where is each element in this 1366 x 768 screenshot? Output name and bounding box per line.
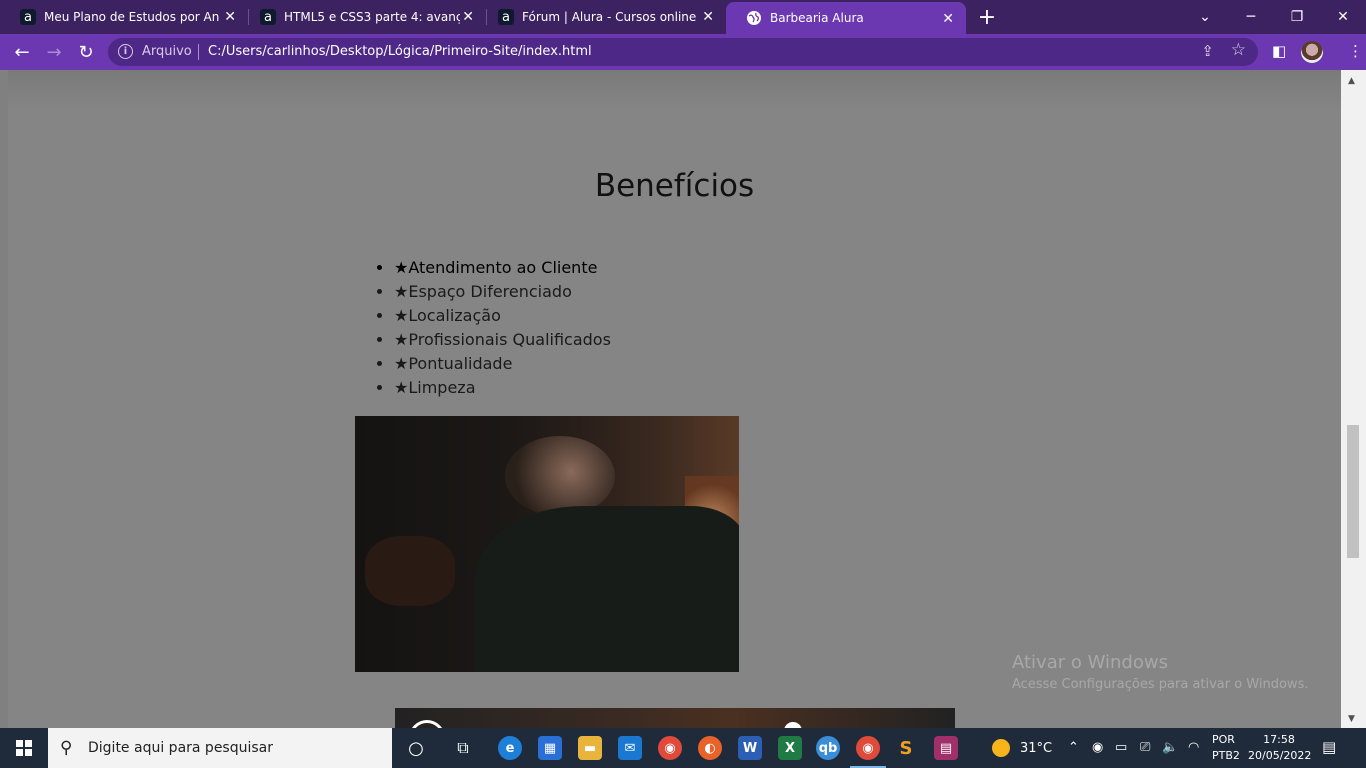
address-divider [198,44,199,60]
clock-time: 17:58 [1263,733,1295,746]
watermark-title: Ativar o Windows [1012,652,1168,673]
embedded-video[interactable] [395,708,955,728]
forward-arrow-icon[interactable]: → [42,40,66,64]
alura-a-icon: a [498,9,514,25]
store-icon[interactable]: ▦ [538,736,562,760]
temperature: 31°C [1020,740,1053,756]
taskbar-search[interactable]: ⚲ Digite aqui para pesquisar [48,728,392,768]
bookmark-star-icon[interactable]: ☆ [1231,40,1246,60]
section-shadow [8,70,1341,110]
list-item: ★Espaço Diferenciado [394,280,611,304]
edge-icon[interactable]: e [498,736,522,760]
input-language[interactable]: POR PTB2 [1212,732,1240,764]
tab-search-chevron-icon[interactable]: ⌄ [1182,0,1228,34]
address-bar[interactable]: i Arquivo C:/Users/carlinhos/Desktop/Lóg… [108,38,1258,66]
back-arrow-icon[interactable]: ← [10,40,34,64]
record-icon[interactable]: ◉ [1092,740,1103,755]
close-icon[interactable]: ✕ [224,9,236,25]
close-window-icon[interactable]: ✕ [1320,0,1366,34]
volume-icon[interactable]: 🔈 [1162,740,1178,755]
tab-barbearia-alura[interactable]: Barbearia Alura ✕ [726,2,966,34]
language-code: POR [1212,733,1235,746]
clock-date: 20/05/2022 [1248,749,1312,762]
tab-forum-alura[interactable]: a Fórum | Alura - Cursos online de ✕ [478,0,726,34]
photo-customer-head [505,436,615,516]
alura-a-icon: a [20,9,36,25]
tab-html5-css3[interactable]: a HTML5 e CSS3 parte 4: avançand ✕ [240,0,486,34]
windows-logo-icon [16,740,32,756]
scroll-thumb[interactable] [1347,425,1359,558]
sun-icon [992,739,1010,757]
new-tab-icon[interactable]: + [976,5,998,30]
list-item: ★Localização [394,304,611,328]
tab-title: Barbearia Alura [770,11,864,25]
search-placeholder: Digite aqui para pesquisar [88,740,274,756]
globe-icon [746,10,762,26]
barber-photo [355,416,739,672]
page-viewport: Benefícios ★Atendimento ao Cliente ★Espa… [8,70,1341,728]
kebab-menu-icon[interactable]: ⋮ [1348,42,1363,60]
cortana-icon[interactable]: ○ [404,736,428,760]
task-view-icon[interactable]: ⧉ [451,736,475,760]
restore-icon[interactable]: ❐ [1274,0,1320,34]
tab-study-plan[interactable]: a Meu Plano de Estudos por Anna ✕ [0,0,248,34]
page-scrollbar[interactable]: ▲ ▼ [1341,70,1366,728]
list-item: ★Profissionais Qualificados [394,328,611,352]
share-icon[interactable]: ⇪ [1201,42,1214,60]
system-clock[interactable]: 17:58 20/05/2022 [1248,732,1312,764]
notification-icon[interactable]: ▤ [1322,738,1336,756]
watermark-subtitle: Acesse Configurações para ativar o Windo… [1012,677,1309,692]
weather-widget[interactable]: 31°C [992,728,1052,768]
scroll-down-icon[interactable]: ▼ [1348,714,1355,724]
browser-toolbar: ← → ↻ i Arquivo C:/Users/carlinhos/Deskt… [0,34,1366,70]
reload-icon[interactable]: ↻ [74,40,98,64]
word-icon[interactable]: W [738,736,762,760]
scheme-label: Arquivo [142,44,192,59]
wifi-icon[interactable]: ◠ [1188,740,1199,755]
windows-taskbar: ⚲ Digite aqui para pesquisar ○ ⧉ e ▦ ▬ ✉… [0,728,1366,768]
profile-avatar[interactable] [1301,41,1323,63]
excel-icon[interactable]: X [778,736,802,760]
firefox-icon[interactable]: ◐ [698,736,722,760]
windows-activation-watermark: Ativar o Windows Acesse Configurações pa… [1012,652,1308,692]
scroll-up-icon[interactable]: ▲ [1348,76,1355,86]
close-icon[interactable]: ✕ [462,9,474,25]
keyboard-layout: PTB2 [1212,749,1240,762]
start-button[interactable] [0,728,48,768]
minimize-icon[interactable]: ─ [1228,0,1274,34]
side-panel-icon[interactable]: ◧ [1272,42,1286,60]
list-item: ★Atendimento ao Cliente [394,256,611,280]
winrar-icon[interactable]: ▤ [934,736,958,760]
tab-title: Fórum | Alura - Cursos online de [522,10,698,24]
tab-title: Meu Plano de Estudos por Anna [44,10,220,24]
list-item: ★Pontualidade [394,352,611,376]
info-icon[interactable]: i [118,44,133,59]
photo-barber-arm [365,536,455,606]
qbittorrent-icon[interactable]: qb [816,736,840,760]
tab-title: HTML5 e CSS3 parte 4: avançand [284,10,460,24]
alura-a-icon: a [260,9,276,25]
chrome-profile-icon[interactable]: ◉ [850,736,886,768]
photo-cape [475,506,739,672]
chrome-icon[interactable]: ◉ [658,736,682,760]
close-icon[interactable]: ✕ [702,9,714,25]
search-icon: ⚲ [60,738,73,758]
tab-strip: a Meu Plano de Estudos por Anna ✕ a HTML… [0,0,1366,34]
tray-chevron-icon[interactable]: ⌃ [1068,740,1079,755]
video-channel-icon[interactable] [409,720,445,728]
mail-icon[interactable]: ✉ [618,736,642,760]
battery-icon[interactable]: ▭ [1115,740,1127,755]
list-item: ★Limpeza [394,376,611,400]
sublime-text-icon[interactable]: S [894,736,918,760]
page-title: Benefícios [594,168,755,204]
close-icon[interactable]: ✕ [942,11,954,27]
file-explorer-icon[interactable]: ▬ [578,736,602,760]
benefits-list: ★Atendimento ao Cliente ★Espaço Diferenc… [394,256,611,400]
url-text[interactable]: C:/Users/carlinhos/Desktop/Lógica/Primei… [208,44,592,59]
device-icon[interactable]: ⎚ [1140,740,1150,755]
